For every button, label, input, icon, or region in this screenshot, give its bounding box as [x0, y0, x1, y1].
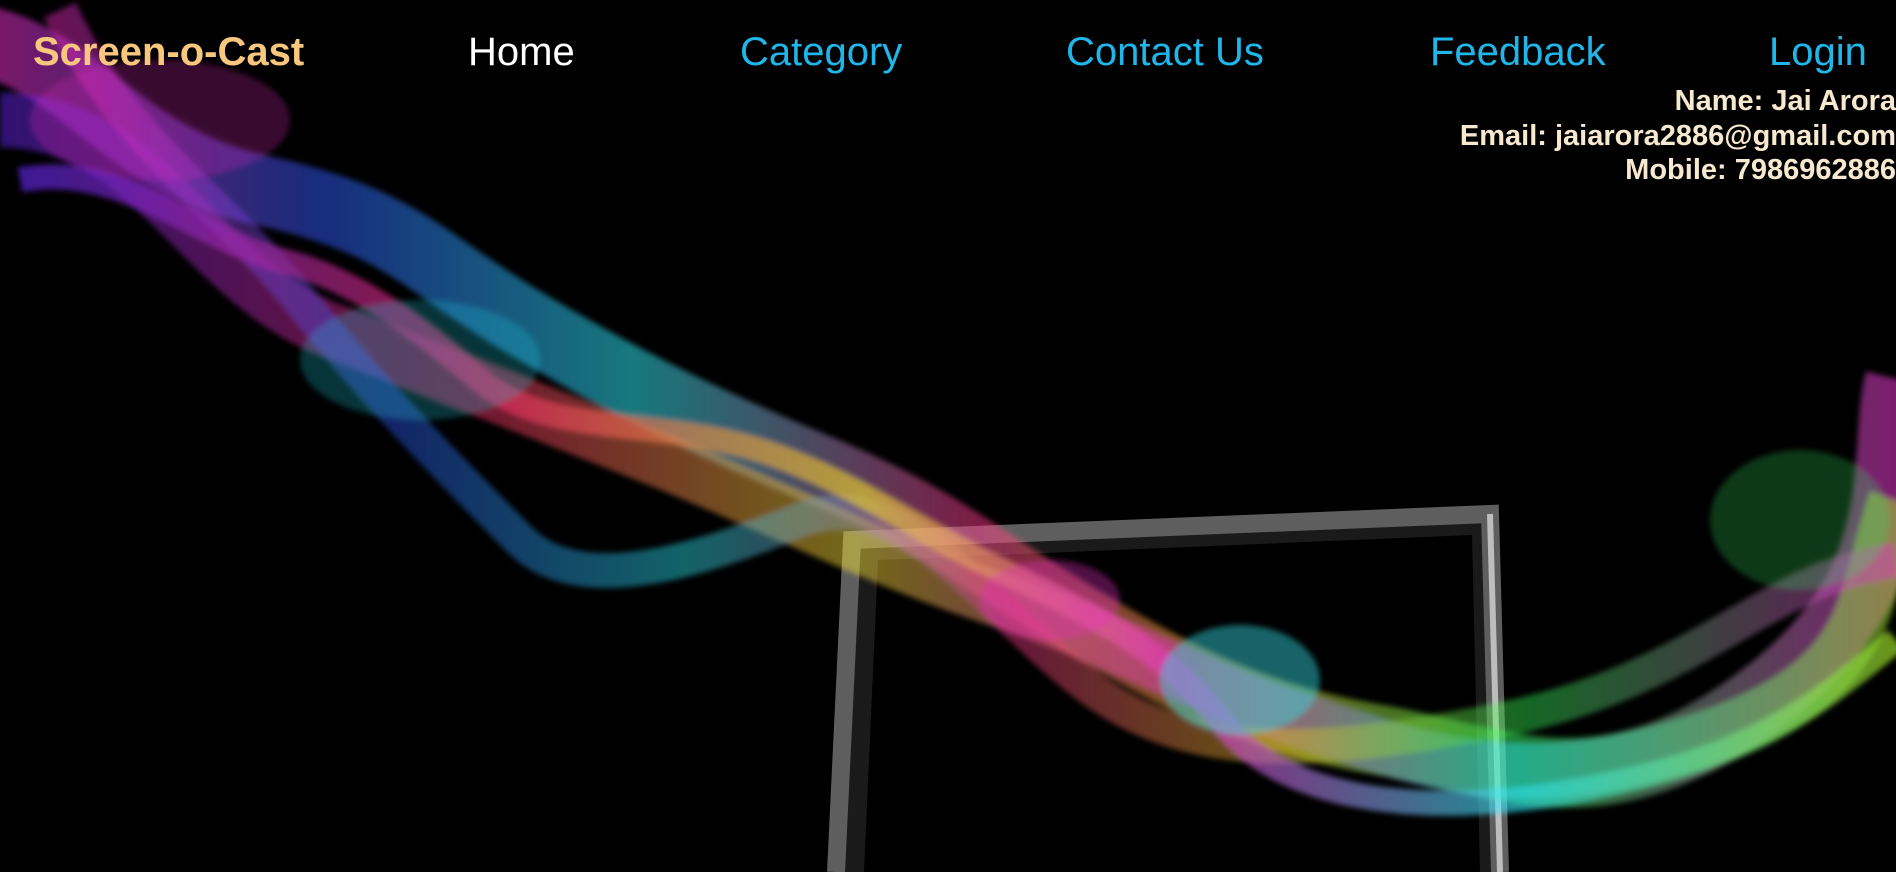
user-mobile: Mobile: 7986962886: [1625, 154, 1896, 186]
nav-item-feedback[interactable]: Feedback: [1430, 30, 1606, 74]
nav-item-category[interactable]: Category: [740, 30, 902, 74]
user-name: Name: Jai Arora: [1674, 85, 1896, 117]
nav-item-login[interactable]: Login: [1769, 30, 1867, 74]
nav-item-contact-us[interactable]: Contact Us: [1066, 30, 1264, 74]
nav-item-home[interactable]: Home: [468, 30, 575, 74]
user-info-panel: Name: Jai Arora Email: jaiarora2886@gmai…: [1460, 84, 1896, 188]
user-email: Email: jaiarora2886@gmail.com: [1459, 119, 1896, 152]
brand-logo-text[interactable]: Screen-o-Cast: [33, 30, 304, 74]
